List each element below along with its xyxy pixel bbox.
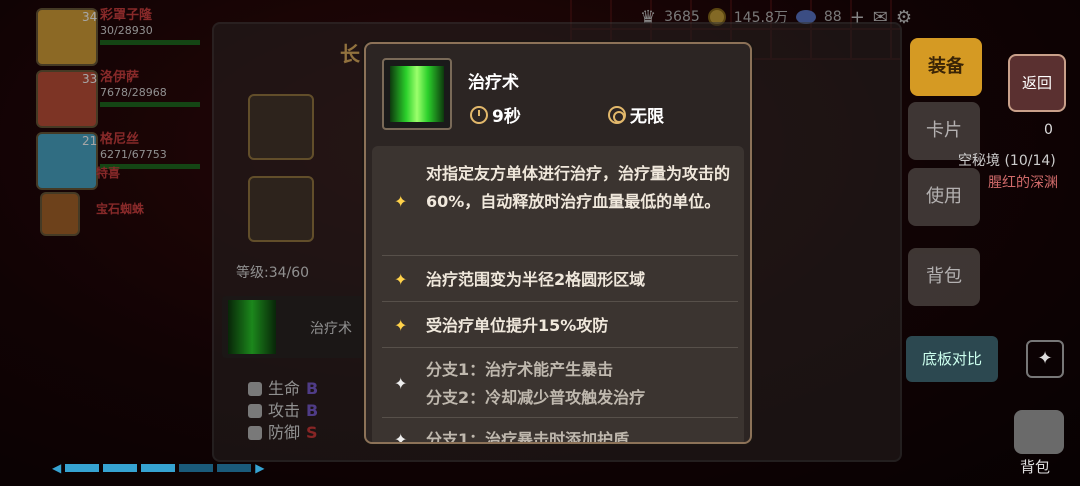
range: 无限 bbox=[608, 102, 664, 127]
skill-tooltip: 治疗术 9秒 无限 ✦ 对指定友方单体进行治疗，治疗量为攻击的60%，自动释放时… bbox=[364, 42, 752, 444]
effect-text: 治疗范围变为半径2格圆形区域 bbox=[426, 270, 646, 289]
bag-label: 背包 bbox=[1020, 458, 1051, 476]
scroll-segment bbox=[65, 464, 100, 472]
range-value: 无限 bbox=[630, 107, 664, 127]
effect-text: 分支1：治疗暴击时添加护盾 bbox=[426, 430, 630, 444]
back-button[interactable]: 返回 bbox=[1008, 54, 1066, 112]
skill-effect-row: ✦ 对指定友方单体进行治疗，治疗量为攻击的60%，自动释放时治疗血量最低的单位。 bbox=[382, 156, 738, 256]
effect-text: 对指定友方单体进行治疗，治疗量为攻击的60%，自动释放时治疗血量最低的单位。 bbox=[426, 164, 731, 211]
cooldown: 9秒 bbox=[470, 102, 521, 127]
scroll-segment bbox=[103, 464, 138, 472]
skill-description: ✦ 对指定友方单体进行治疗，治疗量为攻击的60%，自动释放时治疗血量最低的单位。… bbox=[372, 146, 744, 444]
realm-progress: 空秘境 (10/14) bbox=[958, 153, 1056, 169]
backpack-icon[interactable] bbox=[1014, 410, 1064, 454]
page-scrollbar[interactable]: ◀ ▶ bbox=[52, 460, 268, 476]
skill-effect-row: ✦ 受治疗单位提升15%攻防 bbox=[382, 304, 738, 348]
skill-effect-row: ✦ 分支1：治疗暴击时添加护盾 bbox=[382, 420, 738, 444]
skill-effect-row: ✦ 治疗范围变为半径2格圆形区域 bbox=[382, 258, 738, 302]
realm-name: 腥红的深渊 bbox=[988, 175, 1058, 191]
effect-text: 分支1：治疗术能产生暴击 分支2：冷却减少普攻触发治疗 bbox=[426, 360, 646, 407]
star-icon: ✦ bbox=[394, 374, 408, 393]
scroll-segment bbox=[217, 464, 252, 472]
star-icon: ✦ bbox=[394, 270, 408, 289]
scroll-segment bbox=[141, 464, 176, 472]
arrow-right-icon[interactable]: ▶ bbox=[255, 461, 264, 475]
skill-name: 治疗术 bbox=[468, 73, 519, 93]
cooldown-value: 9秒 bbox=[492, 107, 521, 127]
lightbulb-icon[interactable]: ✦ bbox=[1026, 340, 1064, 378]
arrow-left-icon[interactable]: ◀ bbox=[52, 461, 61, 475]
effect-text: 受治疗单位提升15%攻防 bbox=[426, 316, 609, 335]
compare-button[interactable]: 底板对比 bbox=[906, 336, 998, 382]
target-icon bbox=[608, 105, 626, 124]
tab-use[interactable]: 使用 bbox=[908, 168, 980, 226]
gem-count: 0 bbox=[1044, 122, 1053, 138]
skill-effect-row: ✦ 分支1：治疗术能产生暴击 分支2：冷却减少普攻触发治疗 bbox=[382, 350, 738, 418]
tab-bag[interactable]: 背包 bbox=[908, 248, 980, 306]
star-icon: ✦ bbox=[394, 316, 408, 335]
tab-equip[interactable]: 装备 bbox=[910, 38, 982, 96]
star-icon: ✦ bbox=[394, 192, 408, 211]
star-icon: ✦ bbox=[394, 430, 408, 444]
scroll-segment bbox=[179, 464, 214, 472]
clock-icon bbox=[470, 105, 488, 124]
heal-skill-icon bbox=[382, 58, 452, 130]
